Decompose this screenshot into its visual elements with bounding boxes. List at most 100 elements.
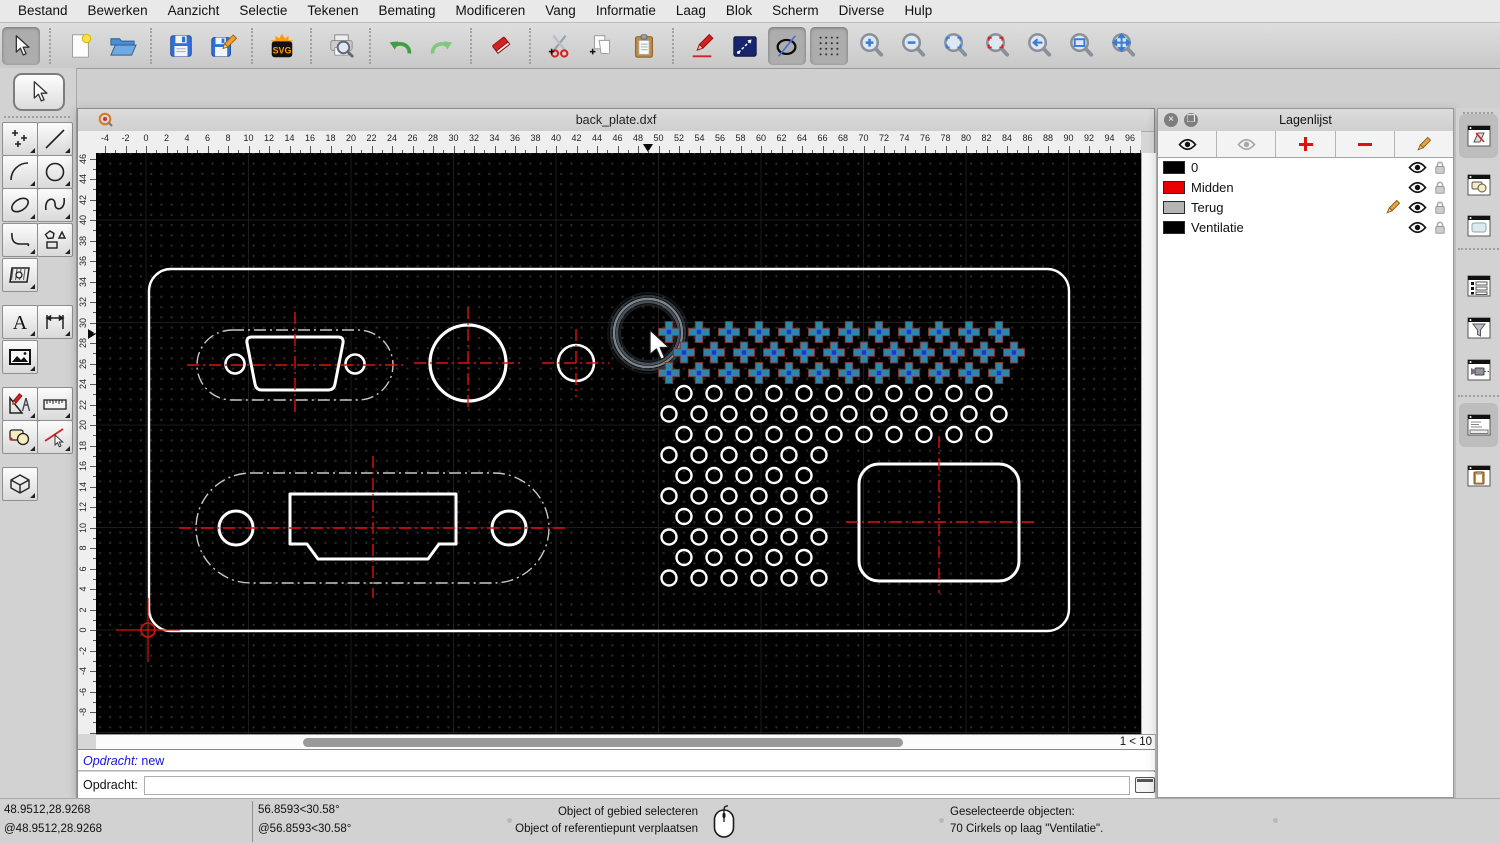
cad-drawing[interactable]	[96, 153, 1141, 734]
solid-tool[interactable]	[2, 467, 38, 501]
vertical-scrollbar[interactable]	[1141, 153, 1156, 734]
hide-all-layers-button[interactable]	[1217, 131, 1277, 157]
edit-layer-button[interactable]	[1395, 131, 1453, 157]
layer-lock-icon[interactable]	[1434, 160, 1446, 175]
menu-aanzicht[interactable]: Aanzicht	[158, 0, 230, 22]
property-panel-button[interactable]	[1463, 211, 1495, 241]
view-panel-button[interactable]	[1463, 355, 1495, 385]
arc-tool[interactable]	[2, 155, 38, 189]
horizontal-scrollbar[interactable]	[96, 734, 1094, 750]
svg-export-button[interactable]: SVG	[263, 27, 301, 65]
round-hole-small-centerlines[interactable]	[542, 329, 609, 397]
layer-row[interactable]: Midden	[1158, 177, 1453, 197]
menu-vang[interactable]: Vang	[535, 0, 586, 22]
rect-cutout-centerlines[interactable]	[846, 436, 1036, 593]
menu-informatie[interactable]: Informatie	[586, 0, 666, 22]
line-mode-button[interactable]	[726, 27, 764, 65]
zoom-out-button[interactable]	[894, 27, 932, 65]
layer-row[interactable]: 0	[1158, 157, 1453, 177]
list-panel-button[interactable]	[1463, 271, 1495, 301]
layer-color-swatch[interactable]	[1163, 200, 1185, 214]
vent-holes[interactable]	[660, 384, 1008, 587]
save-as-button[interactable]	[204, 27, 242, 65]
layer-visibility-eye-icon[interactable]	[1408, 221, 1427, 234]
menu-laag[interactable]: Laag	[666, 0, 716, 22]
show-all-layers-button[interactable]	[1158, 131, 1218, 157]
layer-lock-icon[interactable]	[1434, 220, 1446, 235]
modify-tool[interactable]	[2, 420, 38, 454]
layer-color-swatch[interactable]	[1163, 220, 1185, 234]
layer-visibility-eye-icon[interactable]	[1408, 201, 1427, 214]
select-button[interactable]	[2, 26, 40, 65]
delete-button[interactable]	[482, 27, 520, 65]
menu-bemating[interactable]: Bemating	[368, 0, 445, 22]
block-list-panel-button[interactable]	[1463, 170, 1495, 200]
zoom-in-button[interactable]	[852, 27, 890, 65]
zoom-previous-button[interactable]	[1020, 27, 1058, 65]
redo-button[interactable]	[423, 27, 461, 65]
edit-button[interactable]	[684, 27, 722, 65]
menu-scherm[interactable]: Scherm	[762, 0, 829, 22]
cut-button[interactable]	[541, 27, 579, 65]
layer-visibility-eye-icon[interactable]	[1408, 181, 1427, 194]
document-title-bar[interactable]: back_plate.dxf	[78, 109, 1154, 132]
shape-tool[interactable]	[37, 223, 73, 257]
layer-row[interactable]: Terug	[1158, 197, 1453, 217]
menu-blok[interactable]: Blok	[716, 0, 762, 22]
menu-hulp[interactable]: Hulp	[894, 0, 942, 22]
ellipse-tool[interactable]	[2, 188, 38, 222]
layer-row[interactable]: Ventilatie	[1158, 217, 1453, 237]
horizontal-scrollbar-thumb[interactable]	[303, 738, 903, 747]
pick-tool[interactable]	[37, 420, 73, 454]
layer-list-panel-button[interactable]	[1463, 121, 1495, 151]
menu-bewerken[interactable]: Bewerken	[78, 0, 158, 22]
layer-lock-icon[interactable]	[1434, 200, 1446, 215]
dimension-tool[interactable]	[37, 305, 73, 339]
origin-marker[interactable]	[116, 598, 180, 662]
cad-canvas[interactable]	[96, 153, 1141, 734]
point-tool[interactable]	[2, 122, 38, 156]
menu-diverse[interactable]: Diverse	[829, 0, 895, 22]
pan-button[interactable]	[1104, 27, 1142, 65]
remove-layer-button[interactable]	[1336, 131, 1395, 157]
zoom-window-button[interactable]	[1062, 27, 1100, 65]
add-layer-button[interactable]	[1276, 131, 1336, 157]
zoom-auto-button[interactable]	[936, 27, 974, 65]
grid-toggle-button[interactable]	[810, 26, 848, 65]
vga-screw-hole-right[interactable]	[344, 353, 366, 375]
menu-modificeren[interactable]: Modificeren	[446, 0, 536, 22]
layer-panel-title-bar[interactable]: × ❐ Lagenlijst	[1158, 109, 1453, 132]
command-input[interactable]	[143, 775, 1131, 795]
ellipse-mode-button[interactable]	[768, 26, 806, 65]
print-preview-button[interactable]	[322, 27, 360, 65]
selection-filter-panel-button[interactable]	[1463, 313, 1495, 343]
layer-lock-icon[interactable]	[1434, 180, 1446, 195]
menu-bestand[interactable]: Bestand	[8, 0, 78, 22]
zoom-selection-button[interactable]	[978, 27, 1016, 65]
paste-button[interactable]	[625, 27, 663, 65]
layer-color-swatch[interactable]	[1163, 180, 1185, 194]
command-line-panel-button[interactable]	[1463, 410, 1495, 440]
menu-tekenen[interactable]: Tekenen	[297, 0, 368, 22]
text-tool[interactable]: A	[2, 305, 38, 339]
circle-tool[interactable]	[37, 155, 73, 189]
undo-button[interactable]	[381, 27, 419, 65]
clipboard-panel-button[interactable]	[1463, 461, 1495, 491]
measure-tool[interactable]	[37, 387, 73, 421]
selected-vent-holes[interactable]	[658, 321, 1025, 384]
line-tool[interactable]	[37, 122, 73, 156]
menu-selectie[interactable]: Selectie	[229, 0, 297, 22]
copy-button[interactable]	[583, 27, 621, 65]
layer-color-swatch[interactable]	[1163, 160, 1185, 174]
command-window-toggle-button[interactable]	[1135, 777, 1155, 793]
palette-select-tool[interactable]	[13, 73, 65, 111]
save-button[interactable]	[162, 27, 200, 65]
draft-tool[interactable]	[2, 387, 38, 421]
image-tool[interactable]	[2, 340, 38, 374]
layer-visibility-eye-icon[interactable]	[1408, 161, 1427, 174]
vga-screw-hole-left[interactable]	[224, 353, 246, 375]
spline-tool[interactable]	[37, 188, 73, 222]
new-file-button[interactable]	[61, 27, 99, 65]
polyline-tool[interactable]	[2, 223, 38, 257]
hatch-tool[interactable]	[2, 258, 38, 292]
